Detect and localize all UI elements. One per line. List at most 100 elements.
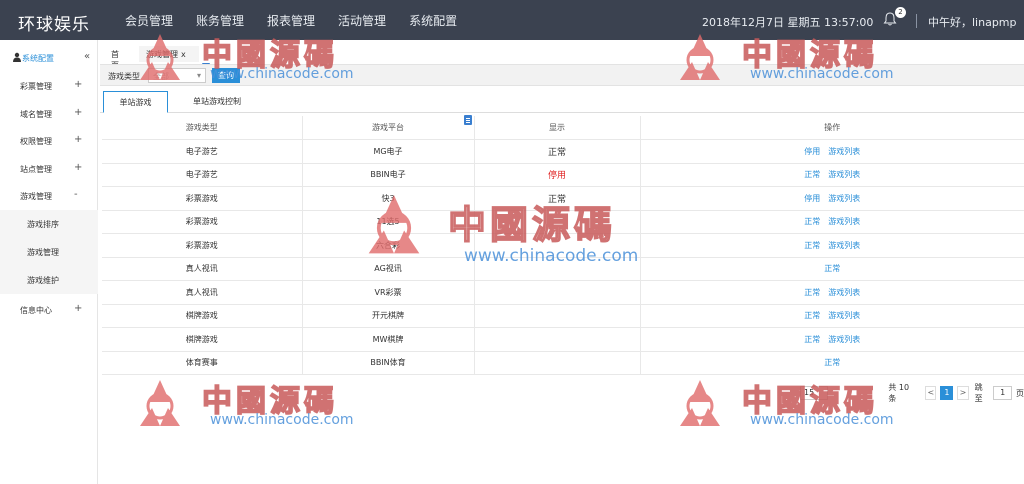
game-list-link[interactable]: 游戏列表 xyxy=(828,170,860,179)
game-list-link[interactable]: 游戏列表 xyxy=(828,311,860,320)
page-size-select[interactable]: 15 xyxy=(800,386,829,400)
collapse-toggle-icon[interactable]: - xyxy=(74,189,78,200)
query-button[interactable]: 查询 xyxy=(212,68,240,83)
game-platform-cell: 六合彩 xyxy=(301,233,475,258)
tab-home[interactable]: 首页 xyxy=(111,46,119,70)
top-bar: 环球娱乐 会员管理 账务管理 报表管理 活动管理 系统配置 2018年12月7日… xyxy=(0,0,1024,40)
sidebar-title: 系统配置 xyxy=(22,54,54,63)
sidebar-item-lottery[interactable]: 彩票管理 + xyxy=(0,72,98,100)
status-cell: 停用 xyxy=(474,163,641,187)
sidebar-item-domain[interactable]: 域名管理 + xyxy=(0,100,98,128)
table-row: 电子游艺 MG电子 正常 停用 游戏列表 xyxy=(102,139,1024,164)
table-row: 彩票游戏 六合彩 正常 游戏列表 xyxy=(102,233,1024,258)
subtab-single-game[interactable]: 单站游戏 xyxy=(103,91,168,113)
user-greeting[interactable]: 中午好，linapmp xyxy=(928,14,1017,30)
game-list-link[interactable]: 游戏列表 xyxy=(828,194,860,203)
jump-page-input[interactable]: 1 xyxy=(993,386,1012,400)
tab-game-manage[interactable]: 游戏管理 x xyxy=(139,46,199,62)
game-platform-cell: 开元棋牌 xyxy=(301,304,475,328)
status-cell xyxy=(474,210,641,234)
status-cell xyxy=(474,280,641,305)
toggle-status-link[interactable]: 正常 xyxy=(824,358,840,367)
nav-accounts[interactable]: 账务管理 xyxy=(196,12,244,29)
nav-activities[interactable]: 活动管理 xyxy=(338,12,386,29)
notification-badge: 2 xyxy=(895,7,906,18)
expand-icon[interactable]: + xyxy=(74,303,82,314)
game-platform-cell: AG视讯 xyxy=(301,257,475,281)
column-header: 游戏类型 xyxy=(102,116,302,140)
table-body: 电子游艺 MG电子 正常 停用 游戏列表 电子游艺 BBIN电子 停用 正常 游戏列表 彩票游戏 快3… xyxy=(102,139,1024,375)
table-row: 棋牌游戏 开元棋牌 正常 游戏列表 xyxy=(102,304,1024,328)
chevron-down-icon: ▾ xyxy=(196,71,201,80)
toggle-status-link[interactable]: 正常 xyxy=(824,264,840,273)
expand-icon[interactable]: + xyxy=(74,79,82,90)
sidebar-item-info[interactable]: 信息中心 + xyxy=(0,296,98,324)
toggle-status-link[interactable]: 正常 xyxy=(804,288,820,297)
toggle-status-link[interactable]: 正常 xyxy=(804,241,820,250)
game-list-link[interactable]: 游戏列表 xyxy=(828,288,860,297)
sidebar-item-label: 域名管理 xyxy=(20,110,52,119)
sidebar-item-label: 信息中心 xyxy=(20,306,52,315)
sidebar-item-permission[interactable]: 权限管理 + xyxy=(0,127,98,155)
toggle-status-link[interactable]: 停用 xyxy=(804,147,820,156)
game-platform-cell: VR彩票 xyxy=(301,280,475,305)
next-page-button[interactable]: > xyxy=(957,386,969,400)
game-platform-cell: MG电子 xyxy=(301,139,475,164)
actions-cell: 正常 游戏列表 xyxy=(640,233,1024,258)
status-cell xyxy=(474,327,641,352)
game-list-link[interactable]: 游戏列表 xyxy=(828,335,860,344)
expand-icon[interactable]: + xyxy=(74,107,82,118)
sidebar-subitem-game-sort[interactable]: 游戏排序 xyxy=(0,210,98,238)
toggle-status-link[interactable]: 正常 xyxy=(804,217,820,226)
subtab-single-game-control[interactable]: 单站游戏控制 xyxy=(182,91,252,113)
game-list-link[interactable]: 游戏列表 xyxy=(828,147,860,156)
status-text: 正常 xyxy=(547,194,566,205)
expand-icon[interactable]: + xyxy=(74,134,82,145)
nav-system[interactable]: 系统配置 xyxy=(409,12,457,29)
toggle-status-link[interactable]: 正常 xyxy=(804,311,820,320)
sidebar-item-game[interactable]: 游戏管理 - xyxy=(0,182,98,210)
filter-bar: 游戏类型 全部 ▾ 查询 xyxy=(100,64,1024,86)
sidebar-subitem-label: 游戏维护 xyxy=(27,276,59,285)
game-list-link[interactable]: 游戏列表 xyxy=(828,217,860,226)
nav-reports[interactable]: 报表管理 xyxy=(267,12,315,29)
toggle-status-link[interactable]: 停用 xyxy=(804,194,820,203)
status-cell xyxy=(474,351,641,375)
actions-cell: 正常 xyxy=(640,257,1024,281)
sidebar-subitem-label: 游戏管理 xyxy=(27,248,59,257)
game-type-select[interactable]: 全部 ▾ xyxy=(148,68,206,83)
column-header: 显示 xyxy=(474,116,641,140)
sidebar-subitem-game-maintain[interactable]: 游戏维护 xyxy=(0,266,98,294)
table-row: 真人视讯 VR彩票 正常 游戏列表 xyxy=(102,280,1024,305)
actions-cell: 正常 游戏列表 xyxy=(640,280,1024,305)
status-cell xyxy=(474,304,641,328)
actions-cell: 停用 游戏列表 xyxy=(640,139,1024,164)
sidebar-subitem-game-manage[interactable]: 游戏管理 xyxy=(0,238,98,266)
toggle-status-link[interactable]: 正常 xyxy=(804,170,820,179)
status-cell: 正常 xyxy=(474,186,641,211)
toggle-status-link[interactable]: 正常 xyxy=(804,335,820,344)
prev-page-button[interactable]: < xyxy=(925,386,937,400)
main-nav: 会员管理 账务管理 报表管理 活动管理 系统配置 xyxy=(125,12,480,29)
brand-title: 环球娱乐 xyxy=(18,15,90,35)
expand-icon[interactable]: + xyxy=(74,162,82,173)
actions-cell: 正常 xyxy=(640,351,1024,375)
game-list-link[interactable]: 游戏列表 xyxy=(828,241,860,250)
sidebar-item-site[interactable]: 站点管理 + xyxy=(0,155,98,183)
sidebar-header: 系统配置 « xyxy=(0,46,98,70)
actions-cell: 正常 游戏列表 xyxy=(640,163,1024,187)
current-page[interactable]: 1 xyxy=(940,386,954,400)
game-type-cell: 棋牌游戏 xyxy=(102,304,302,328)
game-type-cell: 彩票游戏 xyxy=(102,186,302,211)
tab-label: 游戏管理 xyxy=(146,50,178,59)
collapse-icon[interactable]: « xyxy=(84,51,90,62)
datetime-display: 2018年12月7日 星期五 13:57:00 xyxy=(702,16,874,29)
actions-cell: 正常 游戏列表 xyxy=(640,304,1024,328)
status-cell xyxy=(474,233,641,258)
game-platform-cell: 快3 xyxy=(301,186,475,211)
filter-label: 游戏类型 xyxy=(108,72,140,81)
sidebar-item-label: 游戏管理 xyxy=(20,192,52,201)
close-icon[interactable]: x xyxy=(181,50,186,59)
actions-cell: 正常 游戏列表 xyxy=(640,327,1024,352)
nav-member[interactable]: 会员管理 xyxy=(125,12,173,29)
